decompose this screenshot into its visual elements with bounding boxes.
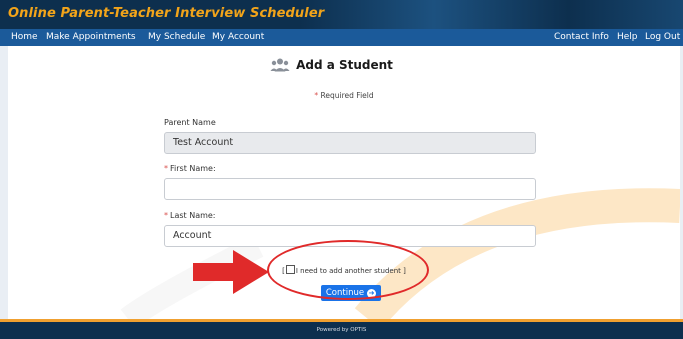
- last-name-label: * Last Name:: [164, 211, 216, 220]
- required-star: *: [164, 211, 168, 220]
- nav-contact-info[interactable]: Contact Info: [554, 31, 609, 43]
- required-note: * Required Field: [8, 91, 680, 100]
- page-title: Add a Student: [296, 58, 393, 72]
- nav-home[interactable]: Home: [11, 31, 38, 43]
- nav-help[interactable]: Help: [617, 31, 638, 43]
- parent-name-label: Parent Name: [164, 118, 216, 127]
- app-title: Online Parent-Teacher Interview Schedule…: [8, 6, 325, 21]
- first-name-label-text: First Name:: [170, 164, 216, 173]
- annotation-arrow-icon: [193, 250, 269, 294]
- header-decoration: [300, 0, 683, 29]
- nav-bar: Home Make Appointments My Schedule My Ac…: [0, 29, 683, 46]
- required-note-text: Required Field: [320, 91, 374, 100]
- users-icon: [270, 58, 290, 72]
- footer: Powered by OPTIS: [0, 322, 683, 339]
- nav-my-account[interactable]: My Account: [212, 31, 264, 43]
- powered-by: Powered by OPTIS: [316, 327, 367, 333]
- app-header: Online Parent-Teacher Interview Schedule…: [0, 0, 683, 29]
- last-name-label-text: Last Name:: [170, 211, 216, 220]
- required-star: *: [164, 164, 168, 173]
- first-name-label: * First Name:: [164, 164, 216, 173]
- parent-name-field: Test Account: [164, 132, 536, 154]
- nav-log-out[interactable]: Log Out: [645, 31, 680, 43]
- nav-my-schedule[interactable]: My Schedule: [148, 31, 205, 43]
- nav-make-appointments[interactable]: Make Appointments: [46, 31, 136, 43]
- required-star: *: [314, 91, 319, 100]
- first-name-input[interactable]: [164, 178, 536, 200]
- annotation-circle: [267, 240, 429, 300]
- page-heading: Add a Student: [8, 57, 680, 75]
